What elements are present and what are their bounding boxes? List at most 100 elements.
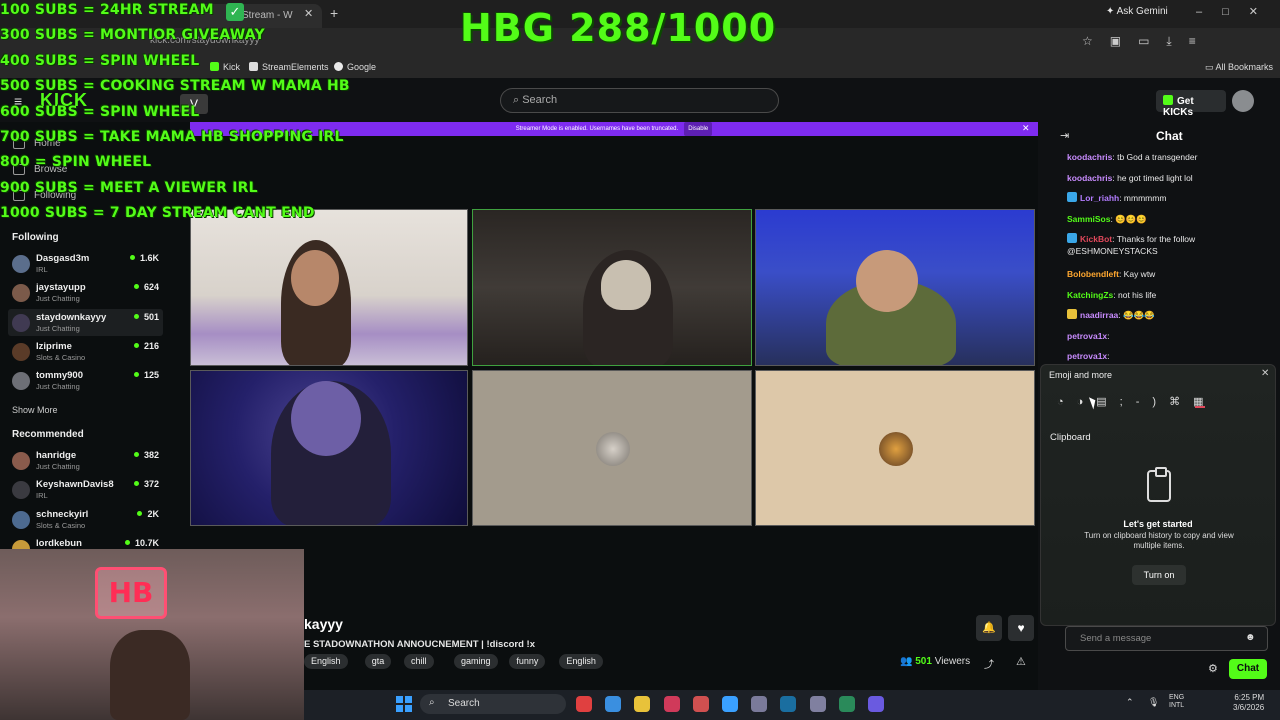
send-chat-button[interactable]: Chat [1229,659,1267,679]
tag-english[interactable]: English [304,654,348,669]
tag-gaming[interactable]: gaming [454,654,498,669]
avatar[interactable] [1232,90,1254,112]
taskbar-app-icon[interactable] [576,696,592,712]
avatar [12,510,30,529]
taskbar-app-icon[interactable] [809,696,826,712]
sidebar-channel-dasgasd3m[interactable]: Dasgasd3m IRL 1.6K [8,250,163,277]
bookmark-label: StreamElements [262,62,329,72]
gear-icon[interactable]: ⚙ [1208,662,1218,675]
channel-category: Just Chatting [36,382,80,392]
channel-category: Just Chatting [36,294,80,304]
sub-goal-line: 500 SUBS = COOKING STREAM W MAMA HB [0,78,350,95]
sidebar-channel-jaystayupp[interactable]: jaystayupp Just Chatting 624 [8,279,163,306]
get-kicks-button[interactable]: Get KICKs [1156,90,1226,118]
emoji-panel-title: Emoji and more [1049,370,1113,380]
channel-category: IRL [36,265,48,274]
language-indicator[interactable]: ENG INTL [1169,694,1184,710]
all-bookmarks-label: All Bookmarks [1215,62,1274,72]
emoji-icon[interactable]: ☻ [1245,632,1256,643]
show-more-button[interactable]: Show More [12,405,58,415]
clock[interactable]: 6:25 PM 3/6/2026 [1233,693,1264,713]
report-icon[interactable]: ⚠ [1016,655,1026,668]
tag-chill[interactable]: chill [404,654,434,669]
guest-avatar [596,432,630,466]
video-tile-5[interactable] [472,370,752,526]
window-controls[interactable]: –□✕ [1196,5,1278,18]
chat-text: : 😊😊😊 [1110,214,1147,224]
all-bookmarks[interactable]: ▭ All Bookmarks [1205,62,1273,73]
sidebar-channel-keyshawndavis8[interactable]: KeyshawnDavis8 IRL 372 [8,476,163,503]
sidebar-channel-staydownkayyy[interactable]: staydownkayyy Just Chatting 501 [8,308,163,336]
taskbar-app-icon[interactable] [751,696,768,712]
tag-funny[interactable]: funny [509,654,546,669]
chat-username[interactable]: KickBot [1080,234,1112,244]
sidebar-channel-tommy900[interactable]: tommy900 Just Chatting 125 [8,367,163,394]
new-tab-button[interactable]: + [330,5,338,21]
video-tile-3[interactable] [755,209,1035,366]
close-icon[interactable]: ✕ [1022,123,1030,134]
chat-username[interactable]: naadirraa [1080,310,1118,320]
chat-text: : tb God a transgender [1112,152,1198,162]
emoji-panel-tabs[interactable]: ◔◑▤;-)⌘▦ [1057,395,1216,408]
windows-start-icon[interactable] [396,696,412,712]
video-tile-2[interactable] [472,209,752,366]
chat-username[interactable]: SammiSos [1067,214,1110,224]
bookmark-kick[interactable]: Kick [210,62,240,72]
chat-username[interactable]: Lor_riahh [1080,193,1119,203]
taskbar-app-icon[interactable] [692,696,709,712]
sidebar-channel-iziprime[interactable]: Iziprime Slots & Casino 216 [8,338,163,365]
sub-goal-line: 300 SUBS = MONTIOR GIVEAWAY [0,27,265,44]
system-tray[interactable]: ⌃ 🎙 [1126,697,1165,708]
taskbar-app-icon[interactable] [663,696,680,712]
close-icon[interactable]: ✕ [1261,368,1269,379]
bookmark-label: Google [347,62,377,72]
channel-category: Slots & Casino [36,352,86,362]
guest-face [601,260,651,310]
taskbar-app-icon[interactable] [838,696,855,712]
viewer-count: 372 [134,479,159,489]
tab-close-icon[interactable]: ✕ [304,7,313,20]
streamer-name[interactable]: kayyy [304,616,343,632]
chat-message: SammiSos: 😊😊😊 [1067,213,1273,225]
chat-username[interactable]: koodachris [1067,173,1112,183]
sidebar-channel-schneckyirl[interactable]: schneckyirl Slots & Casino 2K [8,506,163,533]
bookmark-streamelements[interactable]: StreamElements [249,62,329,72]
chat-text: : he got timed light lol [1112,173,1193,183]
viewer-count: 2K [137,509,159,519]
sub-goal-line: 400 SUBS = SPIN WHEEL [0,52,200,69]
collapse-chat-icon[interactable]: ⇥ [1060,129,1069,142]
taskbar-search[interactable]: Search [420,694,566,714]
tag-gta[interactable]: gta [364,654,392,669]
bookmark-google[interactable]: Google [334,62,376,72]
search-placeholder: Search [522,94,558,106]
chat-username[interactable]: Bolobendleft [1067,269,1119,279]
taskbar-app-icon[interactable] [634,696,651,712]
taskbar-app-icon[interactable] [868,696,884,712]
tag-english[interactable]: English [559,654,603,669]
avatar [12,342,30,361]
chat-username[interactable]: KatchingZs [1067,290,1113,300]
share-icon[interactable]: ⤴ [984,656,994,671]
follow-heart-button[interactable]: ♥ [1008,615,1034,641]
chat-message-input[interactable]: Send a message [1065,626,1268,651]
video-tile-4[interactable] [190,370,468,526]
chat-text: : mmmmmm [1119,193,1167,203]
taskbar-app-icon[interactable] [722,696,738,712]
video-tile-6[interactable] [755,370,1035,526]
taskbar-app-icon[interactable] [605,696,622,712]
disable-streamer-mode-button[interactable]: Disable [684,122,713,136]
clipboard-description: Turn on clipboard history to copy and vi… [1084,531,1234,550]
ask-gemini-button[interactable]: ✦ Ask Gemini [1106,6,1168,17]
taskbar-app-icon[interactable] [780,696,797,712]
browser-toolbar-icons[interactable]: ☆▣▭⤓≡ [1082,34,1213,49]
search-input[interactable]: ⌕ Search [500,88,779,113]
viewer-count: 501 [134,312,159,322]
video-tile-1[interactable] [190,209,468,366]
chat-username[interactable]: petrova1x [1067,331,1107,341]
sidebar-channel-hanridge[interactable]: hanridge Just Chatting 382 [8,447,163,474]
notification-bell-button[interactable]: 🔔 [976,615,1002,641]
chat-username[interactable]: petrova1x [1067,351,1107,361]
turn-on-button[interactable]: Turn on [1132,565,1186,585]
streamelements-icon [249,62,258,71]
chat-username[interactable]: koodachris [1067,152,1112,162]
